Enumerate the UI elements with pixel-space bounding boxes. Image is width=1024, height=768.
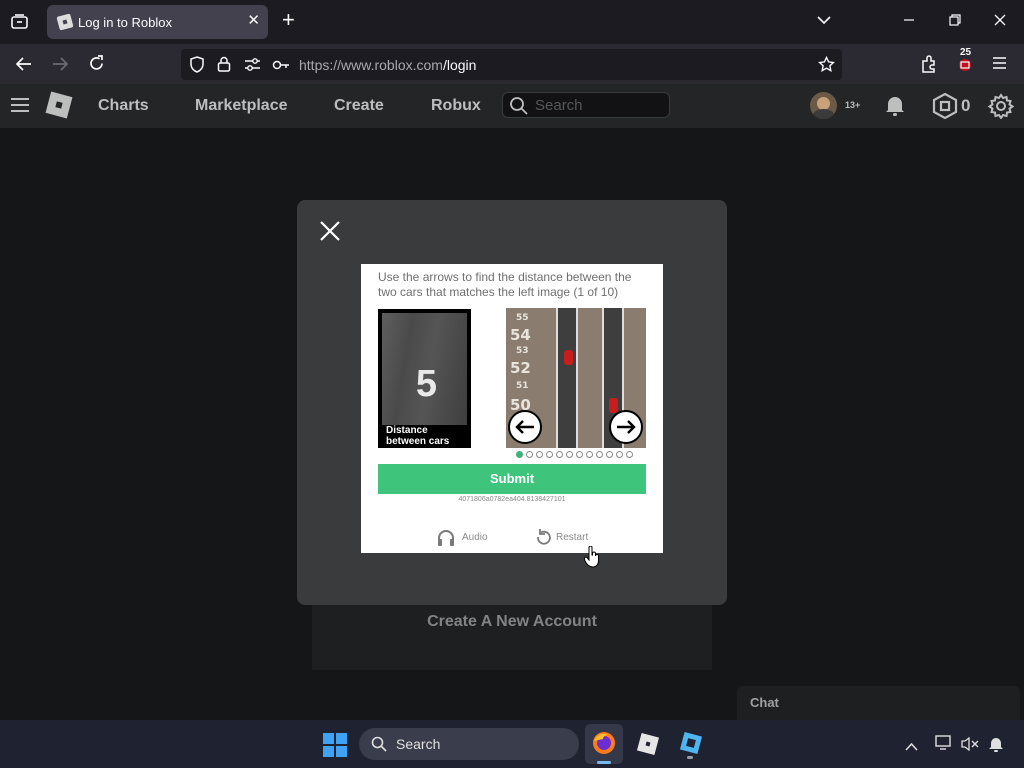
reference-image: 5 Distance between cars [378, 309, 471, 448]
tray-chevron-up-icon[interactable] [905, 738, 918, 756]
lock-icon[interactable] [217, 56, 231, 78]
taskbar-roblox-icon[interactable] [636, 732, 660, 761]
left-arrow-button[interactable] [508, 410, 542, 444]
bookmark-star-icon[interactable] [818, 55, 835, 78]
restart-label: Restart [556, 532, 589, 543]
progress-dot [536, 451, 543, 458]
avatar[interactable] [810, 92, 837, 119]
active-app-indicator [597, 761, 611, 764]
extensions-icon[interactable] [920, 55, 937, 77]
volume-muted-icon[interactable] [961, 736, 979, 757]
progress-dot [566, 451, 573, 458]
reload-icon[interactable] [88, 55, 105, 76]
nav-robux[interactable]: Robux [431, 97, 481, 115]
url-bar[interactable]: https://www.roblox.com/login [181, 49, 842, 80]
ruler-label: 54 [510, 326, 531, 344]
red-car [609, 398, 618, 413]
taskbar-search[interactable]: Search [359, 728, 579, 760]
roblox-menu-icon[interactable] [10, 97, 30, 118]
roblox-search-input[interactable]: Search [502, 92, 670, 118]
shield-icon[interactable] [189, 56, 205, 78]
progress-dots [516, 451, 636, 461]
ruler-label: 55 [516, 313, 529, 323]
captcha-modal: Use the arrows to find the distance betw… [297, 200, 727, 605]
close-icon[interactable] [319, 220, 341, 242]
browser-tab-active[interactable]: Log in to Roblox ✕ [47, 5, 268, 39]
new-tab-icon[interactable]: + [282, 9, 295, 31]
nav-create[interactable]: Create [334, 97, 384, 115]
progress-dot [556, 451, 563, 458]
tab-list-icon[interactable] [11, 14, 28, 34]
notification-bell-icon[interactable] [988, 735, 1004, 758]
network-display-icon[interactable] [935, 735, 953, 756]
taskbar-search-label: Search [396, 736, 441, 752]
progress-dot [546, 451, 553, 458]
progress-dot [516, 451, 523, 458]
puzzle-image: 55 54 53 52 51 50 [506, 308, 646, 448]
hand-cursor-icon [584, 545, 600, 573]
window-close-icon[interactable] [994, 14, 1006, 30]
forward-arrow-icon[interactable] [52, 56, 69, 76]
window-minimize-icon[interactable] [903, 14, 915, 30]
tab-close-icon[interactable]: ✕ [247, 11, 260, 29]
search-icon [371, 736, 387, 757]
red-car [564, 350, 573, 365]
roblox-logo-icon[interactable] [44, 90, 74, 125]
roblox-favicon-icon [56, 13, 74, 31]
permissions-icon[interactable] [244, 57, 261, 77]
progress-dot [576, 451, 583, 458]
nav-charts[interactable]: Charts [98, 97, 149, 115]
extension-badge-count: 25 [959, 47, 973, 58]
submit-button[interactable]: Submit [378, 464, 646, 494]
progress-dot [586, 451, 593, 458]
ruler-label: 51 [516, 381, 529, 391]
robux-balance: 0 [961, 96, 971, 115]
window-restore-icon[interactable] [949, 14, 961, 30]
search-icon [509, 96, 528, 120]
robux-icon[interactable] [932, 92, 958, 124]
progress-dot [526, 451, 533, 458]
windows-start-icon[interactable] [323, 733, 347, 762]
taskbar-firefox[interactable] [585, 724, 623, 764]
age-badge: 13+ [845, 100, 861, 110]
session-id: 4071806a0782ea404.8138427101 [458, 496, 566, 503]
progress-dot [616, 451, 623, 458]
road-lane [556, 308, 578, 448]
reference-distance-value: 5 [415, 363, 438, 405]
progress-dot [596, 451, 603, 458]
key-icon[interactable] [272, 58, 290, 76]
reference-caption: Distance between cars [386, 425, 450, 447]
ruler-label: 53 [516, 346, 529, 356]
progress-dot [626, 451, 633, 458]
extension-badge-icon[interactable]: 25 [956, 47, 974, 71]
tab-title: Log in to Roblox [78, 15, 172, 30]
progress-dot [606, 451, 613, 458]
right-arrow-button[interactable] [609, 410, 643, 444]
nav-marketplace[interactable]: Marketplace [195, 97, 288, 115]
back-arrow-icon[interactable] [15, 56, 32, 76]
search-placeholder: Search [535, 97, 583, 114]
settings-gear-icon[interactable] [987, 93, 1015, 124]
taskbar-roblox-studio-icon[interactable] [679, 731, 703, 762]
notifications-bell-icon[interactable] [884, 94, 906, 121]
ruler-label: 52 [510, 359, 531, 377]
hamburger-menu-icon[interactable] [992, 56, 1007, 74]
browser-tab-bar: Log in to Roblox ✕ + [0, 0, 1024, 44]
captcha-instruction: Use the arrows to find the distance betw… [378, 270, 632, 299]
tab-overflow-chevron-icon[interactable] [817, 13, 831, 29]
captcha-panel: Use the arrows to find the distance betw… [361, 264, 663, 553]
audio-label: Audio [462, 532, 488, 543]
url-text[interactable]: https://www.roblox.com/login [299, 57, 476, 73]
